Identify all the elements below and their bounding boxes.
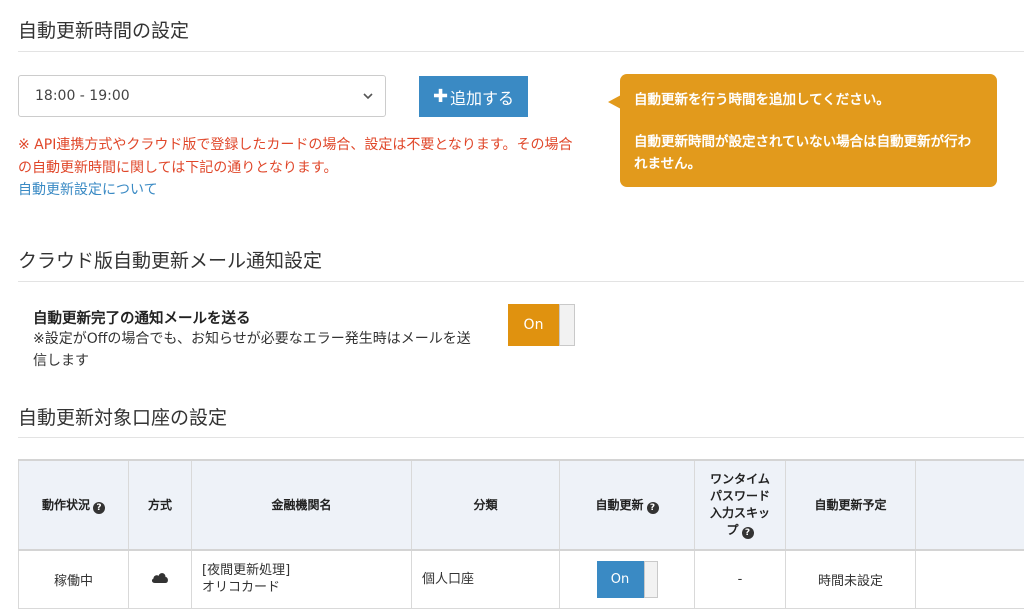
notify-mail-label: 自動更新完了の通知メールを送る — [33, 311, 251, 327]
table-header-row: 動作状況? 方式 金融機関名 分類 自動更新? ワンタイムパスワード入力スキップ… — [18, 459, 1024, 551]
divider — [18, 281, 1024, 282]
chevron-down-icon — [363, 93, 373, 100]
toggle-label: On — [523, 317, 544, 333]
institution-note: [夜間更新処理] — [202, 563, 291, 579]
section-title-target-accounts: 自動更新対象口座の設定 — [18, 407, 228, 429]
time-select[interactable]: 18:00 - 19:00 — [18, 75, 386, 117]
cell-otp-skip: - — [694, 549, 786, 609]
header-method: 方式 — [128, 459, 192, 551]
header-status: 動作状況? — [18, 459, 129, 551]
institution-name: オリコカード — [202, 580, 281, 596]
header-category: 分類 — [411, 459, 560, 551]
add-time-button-label: 追加する — [450, 88, 515, 108]
table-row: 稼働中 [夜間更新処理] オリコカード 個人口座 On - 時間未設定 — [18, 549, 1024, 609]
toggle-knob — [559, 304, 575, 346]
accounts-table: 動作状況? 方式 金融機関名 分類 自動更新? ワンタイムパスワード入力スキップ… — [18, 459, 1024, 609]
plus-icon: ✚ — [432, 86, 449, 107]
header-otp-skip: ワンタイムパスワード入力スキップ? — [694, 459, 786, 551]
api-warning-text: ※ API連携方式やクラウド版で登録したカードの場合、設定は不要となります。その… — [18, 137, 573, 176]
section-title-mail-notification: クラウド版自動更新メール通知設定 — [18, 250, 323, 272]
auto-update-settings-link[interactable]: 自動更新設定について — [18, 179, 158, 199]
cell-institution: [夜間更新処理] オリコカード — [191, 549, 412, 609]
divider — [18, 437, 1024, 438]
divider — [18, 51, 1024, 52]
notify-mail-note: ※設定がOffの場合でも、お知らせが必要なエラー発生時はメールを送信します — [33, 331, 471, 369]
help-icon[interactable]: ? — [93, 501, 105, 514]
add-time-tooltip: 自動更新を行う時間を追加してください。 自動更新時間が設定されていない場合は自動… — [620, 74, 997, 187]
cell-method — [128, 549, 192, 609]
header-auto-update: 自動更新? — [559, 459, 695, 551]
cloud-icon — [151, 573, 168, 584]
cell-status: 稼働中 — [18, 549, 129, 609]
tooltip-line-1: 自動更新を行う時間を追加してください。 — [634, 92, 890, 108]
time-select-value: 18:00 - 19:00 — [35, 88, 130, 104]
cell-empty — [915, 549, 1024, 609]
tooltip-line-2: 自動更新時間が設定されていない場合は自動更新が行われません。 — [634, 134, 972, 172]
cell-category: 個人口座 — [411, 549, 560, 609]
notify-mail-toggle[interactable]: On — [508, 304, 575, 346]
cell-auto-update: On — [559, 549, 695, 609]
toggle-knob — [643, 560, 658, 598]
help-icon[interactable]: ? — [741, 527, 754, 539]
help-icon[interactable]: ? — [646, 501, 659, 514]
section-title-auto-update-time: 自動更新時間の設定 — [18, 20, 190, 42]
header-empty — [915, 459, 1024, 551]
cell-schedule: 時間未設定 — [785, 549, 916, 609]
add-time-button[interactable]: ✚ 追加する — [419, 76, 528, 117]
header-schedule: 自動更新予定 — [785, 459, 916, 551]
auto-update-toggle[interactable]: On — [596, 560, 658, 598]
toggle-label: On — [610, 571, 630, 587]
header-institution: 金融機関名 — [191, 459, 412, 551]
